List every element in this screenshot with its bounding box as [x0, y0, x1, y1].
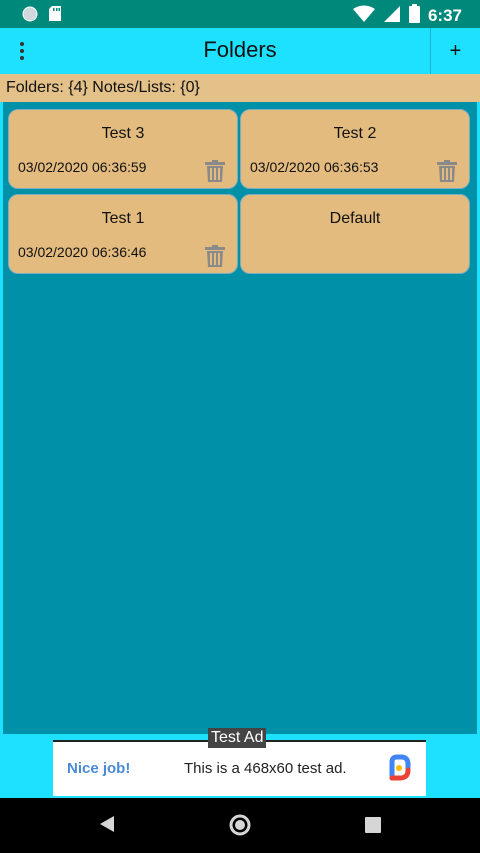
folder-grid: Test 3 03/02/2020 06:36:59 Test 2 03/02/…: [3, 102, 477, 734]
trash-icon[interactable]: [205, 160, 225, 187]
folder-name: Default: [329, 210, 381, 227]
folder-card-test-1[interactable]: Test 1 03/02/2020 06:36:46: [8, 194, 238, 274]
folder-card-default[interactable]: Default: [240, 194, 470, 274]
battery-icon: [408, 4, 420, 28]
home-icon[interactable]: [228, 813, 252, 842]
ad-message: This is a 468x60 test ad.: [184, 760, 347, 777]
folder-name: Test 3: [101, 125, 145, 142]
ad-choices-logo-icon[interactable]: [386, 754, 412, 787]
folder-card-test-2[interactable]: Test 2 03/02/2020 06:36:53: [240, 109, 470, 189]
status-time: 6:37: [427, 6, 462, 25]
ad-nice-text: Nice job!: [67, 760, 131, 777]
add-folder-button[interactable]: +: [430, 28, 480, 74]
notification-circle-icon: [22, 6, 38, 27]
folder-count-bar: Folders: {4} Notes/Lists: {0}: [0, 74, 480, 102]
system-nav-bar: [0, 798, 480, 853]
sd-card-icon: [48, 5, 62, 27]
ad-banner[interactable]: Nice job! This is a 468x60 test ad.: [53, 740, 426, 796]
folder-name: Test 2: [333, 125, 377, 142]
ad-banner-area: Nice job! This is a 468x60 test ad. Test…: [0, 728, 480, 798]
recent-apps-icon[interactable]: [365, 817, 381, 838]
folder-date: 03/02/2020 06:36:53: [250, 159, 379, 175]
page-title: Folders: [203, 37, 277, 62]
app-bar: Folders +: [0, 28, 480, 74]
trash-icon[interactable]: [437, 160, 457, 187]
cell-signal-icon: [383, 5, 401, 28]
folder-date: 03/02/2020 06:36:46: [18, 244, 147, 260]
wifi-icon: [352, 5, 375, 28]
status-bar: 6:37: [0, 0, 480, 28]
folder-card-test-3[interactable]: Test 3 03/02/2020 06:36:59: [8, 109, 238, 189]
folder-date: 03/02/2020 06:36:59: [18, 159, 147, 175]
folder-name: Test 1: [101, 210, 145, 227]
trash-icon[interactable]: [205, 245, 225, 272]
test-ad-label: Test Ad: [208, 728, 267, 748]
back-icon[interactable]: [98, 814, 116, 839]
folder-count-text: Folders: {4} Notes/Lists: {0}: [6, 79, 200, 96]
